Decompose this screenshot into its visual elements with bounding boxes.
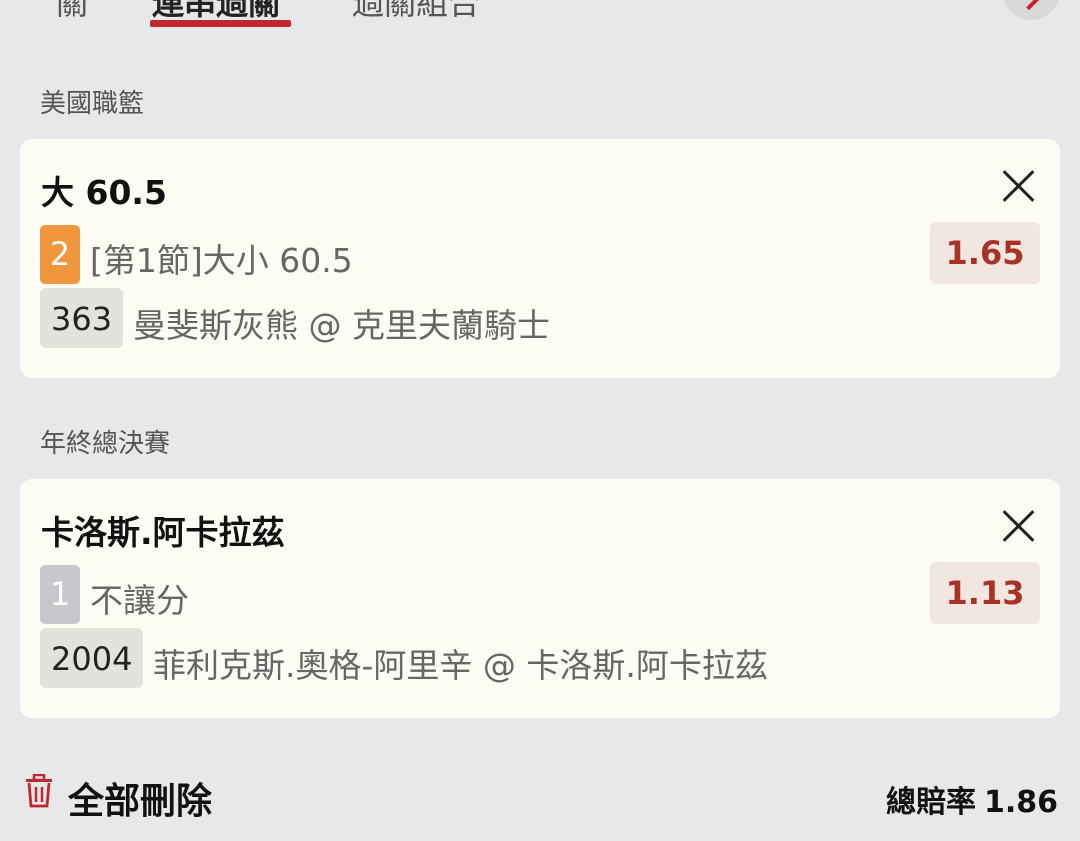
section-title-tournament: 年終總決賽 — [40, 429, 171, 459]
total-odds-value: 1.86 — [983, 785, 1058, 820]
bet-count-badge: 2 — [40, 225, 80, 284]
tab-bar: 關 連串過關 過關組合 — [0, 0, 1080, 30]
total-odds: 總賠率 1.86 — [886, 777, 1058, 821]
bet-selection: 大 60.5 — [41, 173, 167, 212]
active-tab-indicator — [150, 20, 291, 27]
bet-selection: 卡洛斯.阿卡拉茲 — [41, 513, 285, 552]
tab-single[interactable]: 關 — [56, 0, 88, 24]
total-odds-label: 總賠率 — [885, 785, 976, 820]
odds-value: 1.13 — [930, 562, 1040, 624]
match-teams: 曼斐斯灰熊 @ 克里夫蘭騎士 — [133, 306, 550, 345]
scroll-tabs-button[interactable] — [1002, 0, 1060, 20]
delete-all-button[interactable]: 全部刪除 — [68, 772, 212, 824]
match-id-badge: 363 — [40, 288, 124, 348]
bet-slip-page: 關 連串過關 過關組合 美國職籃 大 60.5 2 [第1節]大小 60.5 1… — [0, 0, 1080, 841]
tab-combo[interactable]: 過關組合 — [352, 0, 480, 24]
bet-market-description: 不讓分 — [90, 581, 189, 620]
match-id-badge: 2004 — [40, 628, 144, 688]
odds-value: 1.65 — [930, 222, 1040, 284]
bet-slip-footer: 全部刪除 總賠率 1.86 — [0, 760, 1080, 830]
remove-bet-close-icon[interactable] — [1000, 167, 1038, 205]
remove-bet-close-icon[interactable] — [1000, 507, 1038, 545]
bet-market-description: [第1節]大小 60.5 — [90, 241, 353, 280]
trash-icon[interactable] — [24, 774, 54, 808]
bet-card: 卡洛斯.阿卡拉茲 1 不讓分 1.13 2004 菲利克斯.奧格-阿里辛 @ 卡… — [20, 479, 1060, 718]
bet-card: 大 60.5 2 [第1節]大小 60.5 1.65 363 曼斐斯灰熊 @ 克… — [20, 139, 1060, 378]
chevron-right-icon — [1014, 0, 1044, 11]
section-title-league: 美國職籃 — [40, 89, 145, 119]
bet-count-badge: 1 — [40, 565, 80, 624]
match-teams: 菲利克斯.奧格-阿里辛 @ 卡洛斯.阿卡拉茲 — [153, 646, 768, 685]
